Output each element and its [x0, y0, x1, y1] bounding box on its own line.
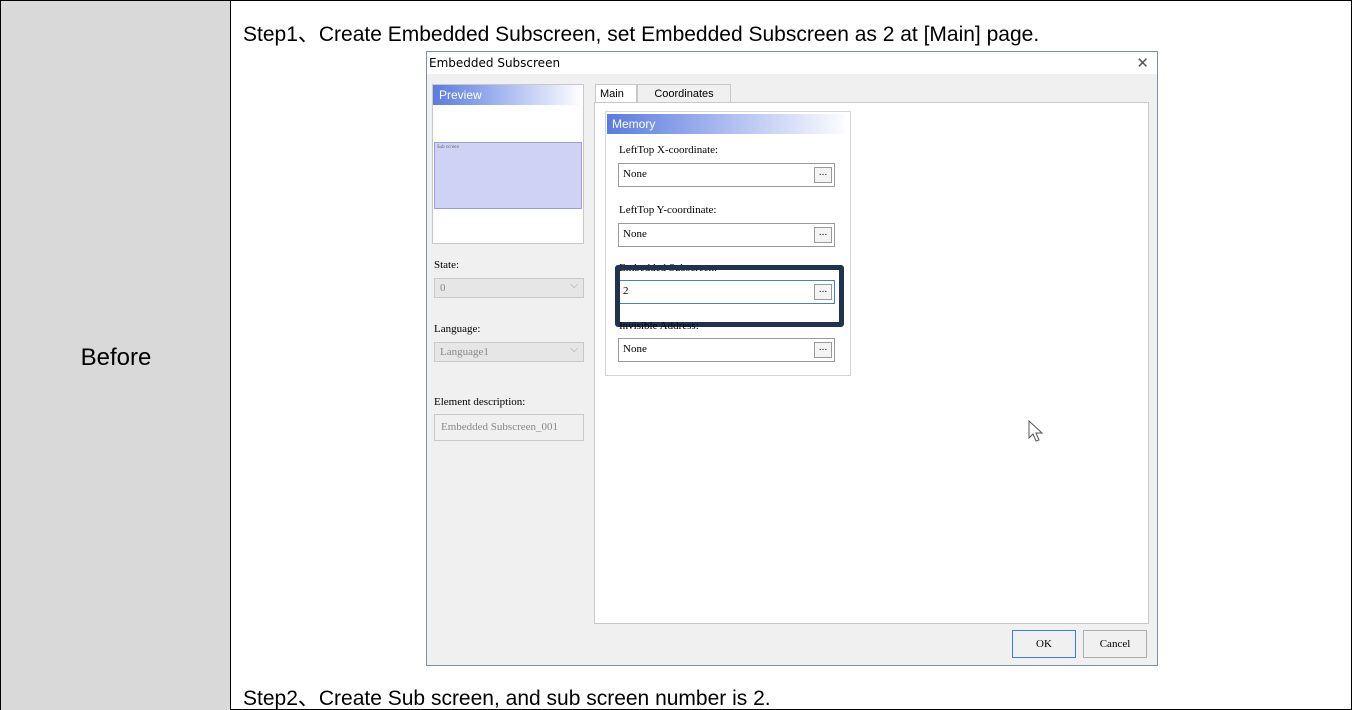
language-label: Language: — [434, 323, 481, 335]
element-description-label: Element description: — [434, 396, 526, 408]
label-cell: Before — [1, 1, 231, 710]
tab-coordinates[interactable]: Coordinates — [637, 84, 731, 102]
language-select-value: Language1 — [440, 346, 489, 358]
preview-panel: Preview Sub screen — [432, 84, 584, 244]
embedded-subscreen-dialog: Embedded Subscreen ✕ Preview Sub screen … — [426, 51, 1158, 666]
memory-header: Memory — [607, 114, 849, 134]
state-label: State: — [434, 259, 460, 271]
invisible-address-value: None — [623, 343, 647, 355]
step2-text: Step2、Create Sub screen, and sub screen … — [243, 687, 771, 710]
invisible-address-field[interactable]: None ... — [618, 338, 835, 362]
tab-content-main: Memory LeftTop X-coordinate: None ... Le… — [594, 102, 1149, 624]
chevron-down-icon: ⌵ — [570, 344, 578, 355]
language-select[interactable]: Language1 ⌵ — [434, 342, 584, 362]
chevron-down-icon: ⌵ — [570, 280, 578, 291]
lefttop-y-value: None — [623, 228, 647, 240]
preview-header: Preview — [433, 85, 583, 105]
cancel-button[interactable]: Cancel — [1083, 630, 1147, 658]
ok-button[interactable]: OK — [1012, 630, 1076, 658]
before-label: Before — [80, 344, 152, 371]
invisible-address-label: Invisible Address: — [619, 320, 699, 332]
lefttop-x-value: None — [623, 168, 647, 180]
document-table: Before Step1、Create Embedded Subscreen, … — [0, 0, 1352, 710]
close-icon[interactable]: ✕ — [1136, 54, 1149, 72]
lefttop-y-label: LeftTop Y-coordinate: — [619, 204, 717, 216]
lefttop-x-field[interactable]: None ... — [618, 163, 835, 187]
lefttop-x-browse-button[interactable]: ... — [814, 167, 832, 183]
lefttop-x-label: LeftTop X-coordinate: — [619, 144, 719, 156]
lefttop-y-field[interactable]: None ... — [618, 223, 835, 247]
tab-main[interactable]: Main — [595, 84, 637, 102]
step1-text: Step1、Create Embedded Subscreen, set Emb… — [243, 23, 1040, 46]
dialog-title: Embedded Subscreen — [429, 56, 561, 70]
invisible-address-browse-button[interactable]: ... — [814, 342, 832, 358]
preview-thumbnail: Sub screen — [434, 142, 582, 209]
memory-group: Memory LeftTop X-coordinate: None ... Le… — [605, 111, 851, 376]
state-select-value: 0 — [440, 282, 446, 294]
highlight-box — [615, 265, 844, 327]
element-description-field[interactable]: Embedded Subscreen_001 — [434, 414, 584, 441]
dialog-titlebar: Embedded Subscreen ✕ — [427, 52, 1157, 74]
preview-thumbnail-label: Sub screen — [437, 144, 460, 149]
lefttop-y-browse-button[interactable]: ... — [814, 227, 832, 243]
state-select[interactable]: 0 ⌵ — [434, 278, 584, 298]
mouse-pointer-icon — [1028, 420, 1044, 442]
